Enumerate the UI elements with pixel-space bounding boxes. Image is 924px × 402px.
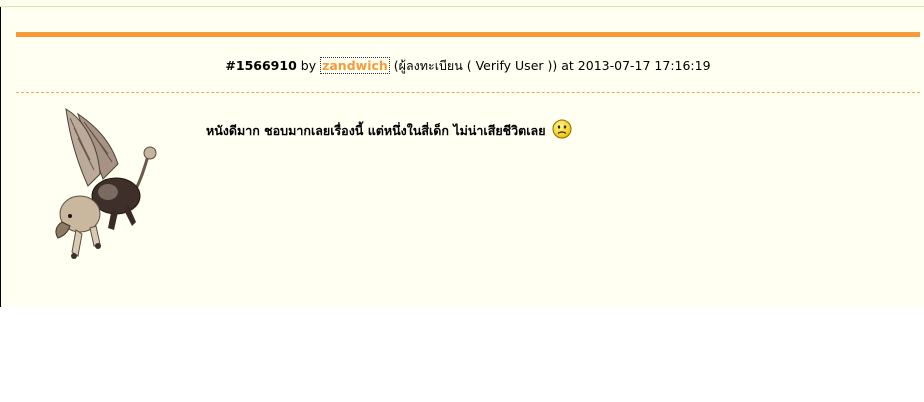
header-separator (16, 92, 920, 93)
post-header: #1566910 by zandwich (ผู้ลงทะเบียน ( Ver… (16, 57, 920, 75)
post-message: หนังดีมาก ชอบมากเลยเรื่องนี้ แต่หนึ่งในส… (206, 119, 572, 145)
username-link[interactable]: zandwich (320, 57, 390, 74)
top-strip (0, 0, 924, 7)
griffin-avatar-icon (55, 108, 157, 259)
message-text: หนังดีมาก ชอบมากเลยเรื่องนี้ แต่หนึ่งในส… (206, 123, 546, 138)
by-label: by (300, 58, 317, 73)
post-timestamp: 2013-07-17 17:16:19 (577, 58, 711, 73)
sad-face-icon (552, 119, 572, 145)
user-role: (ผู้ลงทะเบียน ( Verify User )) (393, 58, 558, 73)
post-id: #1566910 (225, 58, 297, 73)
avatar (48, 104, 158, 264)
post-divider-bar (16, 32, 920, 37)
at-label: at (561, 58, 574, 73)
